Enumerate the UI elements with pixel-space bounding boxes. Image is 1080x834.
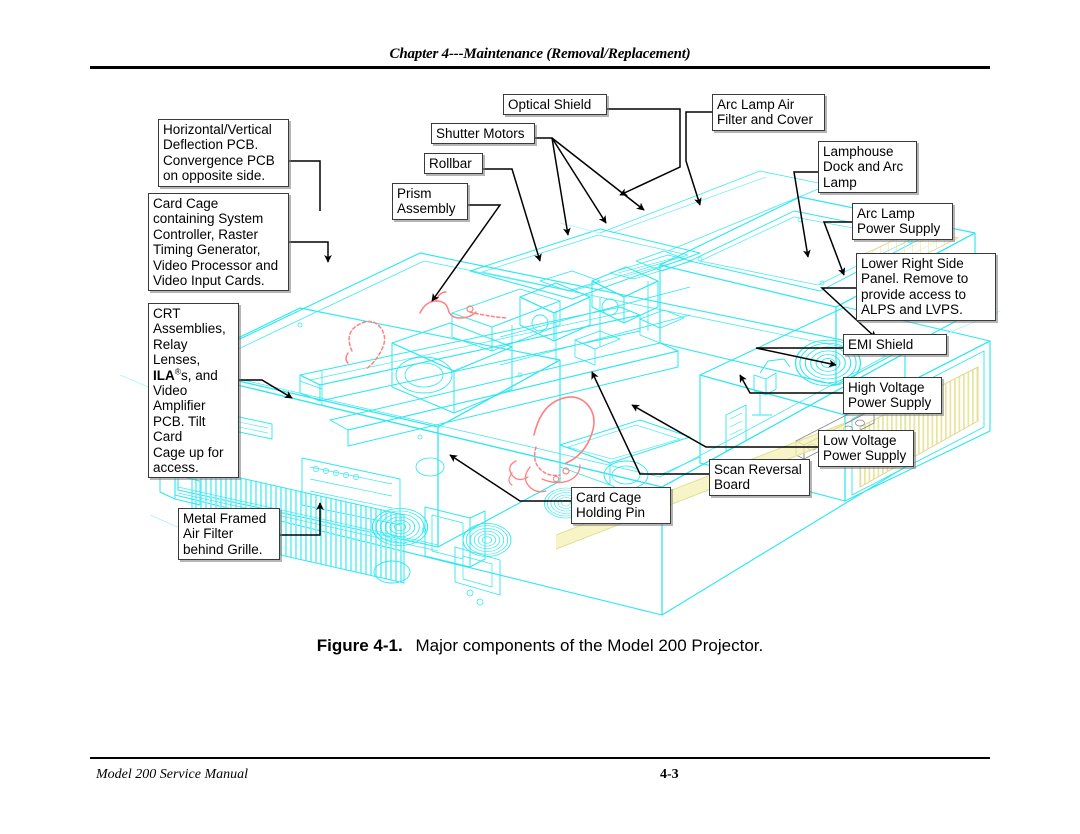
figure-number: Figure 4-1.: [316, 636, 403, 655]
crt-text-before: CRT Assemblies, Relay Lenses,: [153, 306, 226, 368]
callout-emi-shield: EMI Shield: [843, 334, 947, 356]
footer-rule: [90, 757, 990, 759]
callout-high-voltage-power-supply: High Voltage Power Supply: [843, 377, 942, 414]
callout-rollbar: Rollbar: [424, 153, 483, 175]
callout-crt-assemblies: CRT Assemblies, Relay Lenses, ILA®s, and…: [148, 303, 239, 479]
callout-metal-framed-air-filter: Metal Framed Air Filter behind Grille.: [178, 508, 280, 561]
callout-lower-right-side-panel: Lower Right Side Panel. Remove to provid…: [856, 253, 996, 321]
callout-horizontal-vertical-deflection-pcb: Horizontal/Vertical Deflection PCB. Conv…: [158, 119, 289, 187]
callout-low-voltage-power-supply: Low Voltage Power Supply: [818, 430, 914, 467]
running-header: Chapter 4---Maintenance (Removal/Replace…: [389, 46, 691, 62]
crt-ila-bold: ILA: [153, 367, 175, 383]
callout-card-cage-holding-pin: Card Cage Holding Pin: [571, 487, 671, 524]
callout-optical-shield: Optical Shield: [503, 94, 607, 116]
figure-illustration: Horizontal/Vertical Deflection PCB. Conv…: [0, 75, 1080, 625]
callout-scan-reversal-board: Scan Reversal Board: [709, 459, 810, 496]
figure-caption-text: Major components of the Model 200 Projec…: [415, 636, 764, 655]
figure-caption: Figure 4-1. Major components of the Mode…: [90, 636, 990, 656]
footer-manual-title: Model 200 Service Manual: [96, 767, 249, 782]
callout-card-cage-containing: Card Cage containing System Controller, …: [148, 193, 289, 292]
footer-page-number: 4-3: [660, 767, 679, 782]
document-page: Chapter 4---Maintenance (Removal/Replace…: [0, 0, 1080, 834]
callout-prism-assembly: Prism Assembly: [392, 183, 468, 220]
callout-arc-lamp-power-supply: Arc Lamp Power Supply: [852, 203, 953, 240]
callout-shutter-motors: Shutter Motors: [431, 123, 535, 145]
crt-text-after: s, and Video Amplifier PCB. Tilt Card Ca…: [153, 367, 224, 476]
header-rule: [90, 66, 990, 69]
callout-arc-lamp-air-filter-and-cover: Arc Lamp Air Filter and Cover: [712, 94, 825, 131]
callout-lamphouse-dock-and-arc-lamp: Lamphouse Dock and Arc Lamp: [818, 141, 917, 194]
